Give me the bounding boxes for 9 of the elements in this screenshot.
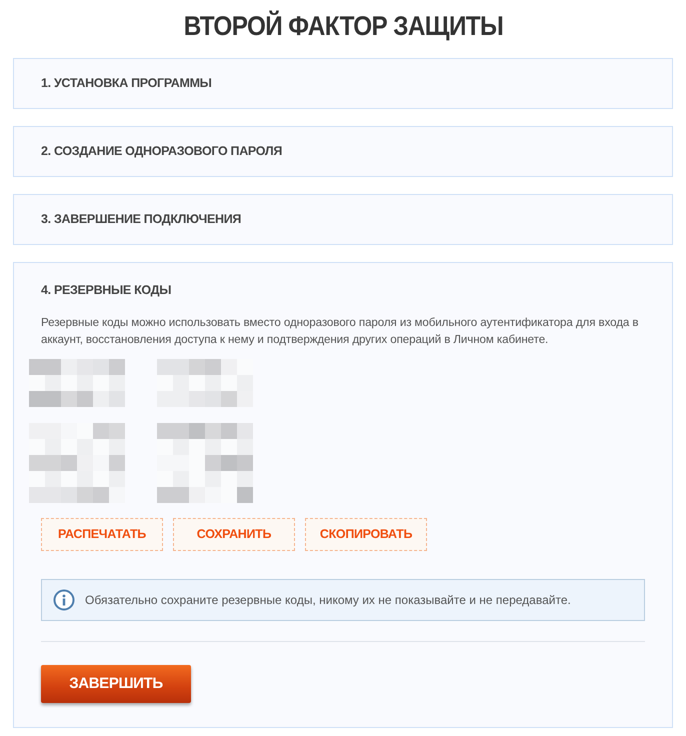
finish-button[interactable]: ЗАВЕРШИТЬ — [41, 664, 191, 703]
notice-text: Обязательно сохраните резервные коды, никому их не показывайте и не передавайте. — [85, 592, 571, 609]
step-title[interactable]: 2. СОЗДАНИЕ ОДНОРАЗОВОГО ПАРОЛЯ — [41, 142, 282, 161]
step-title[interactable]: 1. УСТАНОВКА ПРОГРАММЫ — [41, 74, 212, 93]
page-title: ВТОРОЙ ФАКТОР ЗАЩИТЫ — [183, 10, 503, 42]
step-title[interactable]: 3. ЗАВЕРШЕНИЕ ПОДКЛЮЧЕНИЯ — [41, 210, 242, 229]
step-title[interactable]: 4. РЕЗЕРВНЫЕ КОДЫ — [41, 281, 645, 300]
info-icon — [53, 588, 75, 611]
description-text: Резервные коды можно использовать вместо одноразового пароля из мобильного аутентификатора для входа в аккаунт, восстановления доступа к нему и подтверждения других операций в Личном кабинете. — [41, 314, 640, 348]
